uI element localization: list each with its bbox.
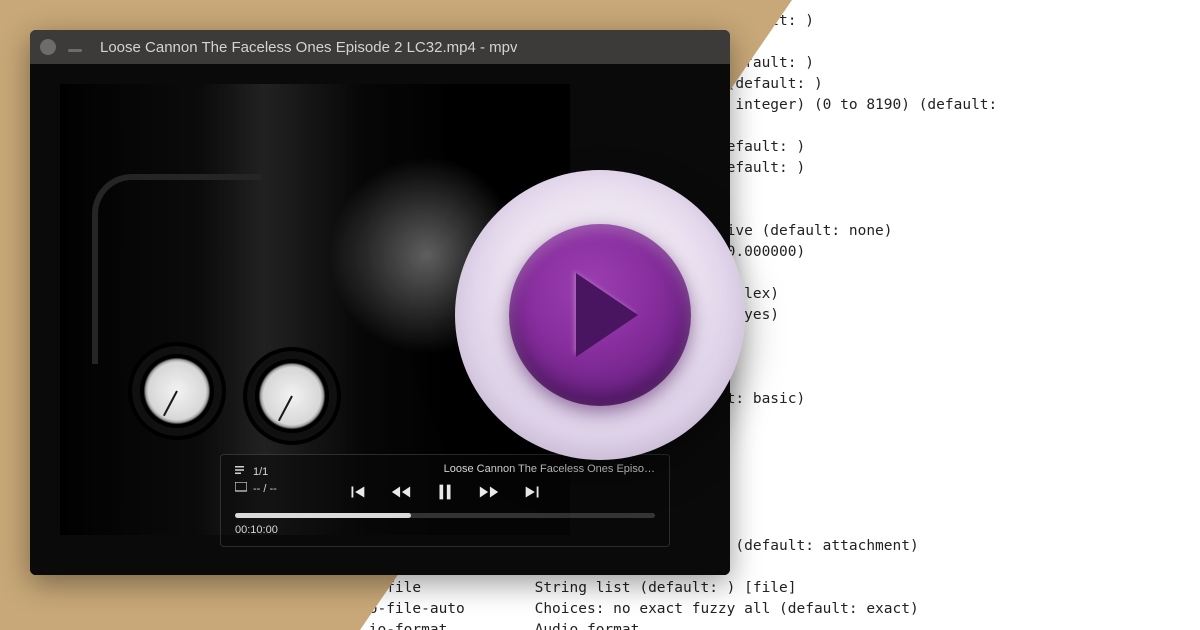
video-detail-gauge	[255, 359, 329, 433]
chapter-icon	[235, 482, 247, 495]
elapsed-time: 00:10:00	[235, 524, 278, 536]
close-icon[interactable]	[40, 39, 56, 55]
rewind-button[interactable]	[388, 479, 414, 505]
transport-controls	[235, 479, 655, 505]
osd-info: 1/1 -- / --	[235, 465, 277, 495]
seek-progress	[235, 513, 411, 518]
pause-button[interactable]	[432, 479, 458, 505]
forward-button[interactable]	[476, 479, 502, 505]
next-track-button[interactable]	[520, 479, 546, 505]
osd-controls: 1/1 -- / -- Loose Cannon The Faceless On…	[220, 454, 670, 547]
video-detail-gauge	[140, 354, 214, 428]
seek-bar[interactable]	[235, 513, 655, 518]
playlist-icon	[235, 465, 247, 478]
osd-media-title: Loose Cannon The Faceless Ones Episo…	[444, 463, 655, 475]
playlist-count: 1/1	[253, 466, 268, 478]
video-detail-pipe	[92, 174, 262, 364]
prev-track-button[interactable]	[344, 479, 370, 505]
time-info: -- / --	[253, 483, 277, 495]
play-icon	[509, 224, 691, 406]
window-titlebar[interactable]: Loose Cannon The Faceless Ones Episode 2…	[30, 30, 730, 64]
mpv-logo	[455, 170, 745, 460]
minimize-icon[interactable]	[68, 49, 82, 52]
window-title: Loose Cannon The Faceless Ones Episode 2…	[100, 39, 517, 56]
